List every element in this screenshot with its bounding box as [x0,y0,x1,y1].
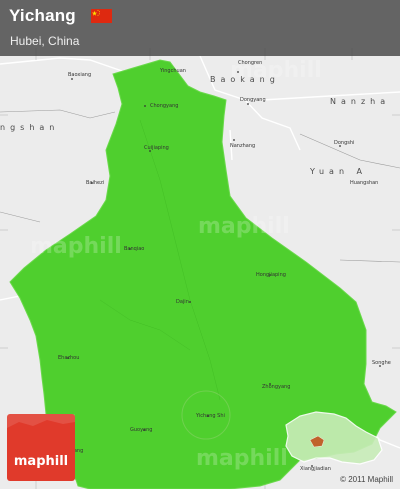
place-label[interactable]: Chongyang [150,103,178,109]
copyright-notice: © 2011 Maphill [340,475,393,484]
place-label[interactable]: Songhe [372,360,391,366]
boundary [0,211,41,223]
watermark: maphill [30,234,122,259]
region-label-xingshan: ngshan [0,123,60,132]
place-label[interactable]: Chongren [238,60,262,66]
boundary [339,259,400,263]
brand-label: maphill [13,454,69,469]
page-title: Yichang [9,6,76,25]
maphill-logo[interactable]: maphill [7,414,75,481]
place-label[interactable]: Zhongyang [262,384,290,390]
place-label[interactable]: Cuijiaping [144,145,169,151]
place-label[interactable]: Guoyang [130,427,152,433]
page-subtitle: Hubei, China [10,34,80,48]
watermark: maphill [196,446,288,471]
china-flag-icon [91,9,112,23]
title-bar: Yichang Hubei, China [0,0,400,56]
place-label[interactable]: Banqiao [124,246,144,252]
road [0,57,126,73]
place-label[interactable]: Ehazhou [58,355,79,361]
maphill-logo-icon [7,414,75,428]
place-label[interactable]: Yichang Shi [196,413,225,419]
boundary [0,109,116,119]
place-label[interactable]: Nanzhang [230,143,255,149]
place-label[interactable]: Yingchuan [160,68,186,74]
map-view[interactable]: maphill maphill maphill maphill Baokang … [0,0,400,489]
place-label[interactable]: Dongyang [240,97,266,103]
region-label-yuanan: Yuan A [310,167,368,176]
place-label[interactable]: Hongjiaping [256,272,286,278]
place-label[interactable]: Baoxiang [68,72,91,78]
place-label[interactable]: Dajin [176,299,189,305]
place-label[interactable]: Huangshan [350,180,378,186]
place-label[interactable]: Xiangjiadian [300,466,331,472]
watermark: maphill [198,214,290,239]
place-label[interactable]: Dongshi [334,140,354,146]
region-label-nanzhang: Nanzha [330,97,391,106]
place-label[interactable]: Baihezi [86,180,104,186]
region-label-baokang: Baokang [210,75,280,84]
